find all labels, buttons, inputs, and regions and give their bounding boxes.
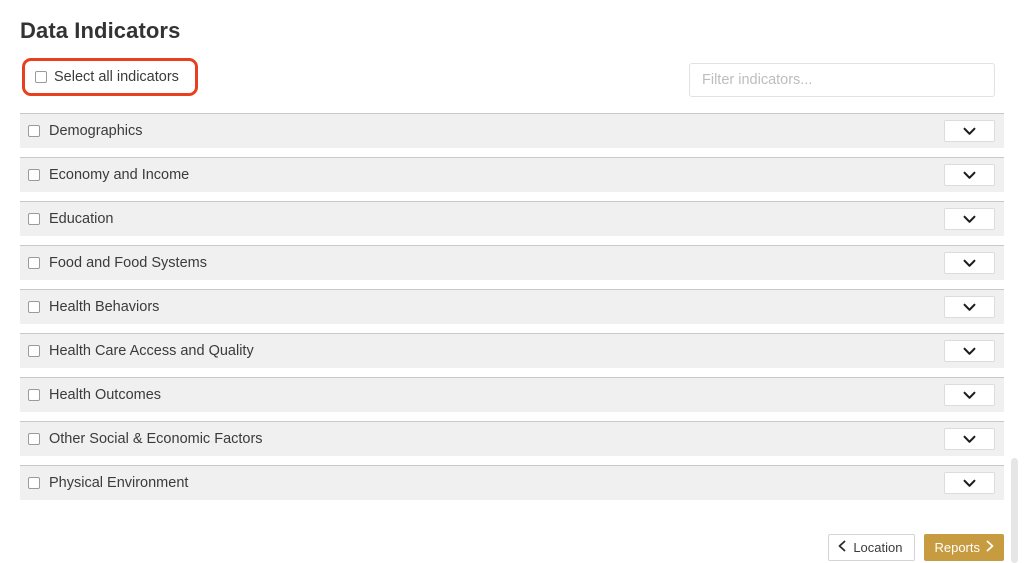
indicator-category-row[interactable]: Economy and Income [20, 157, 1004, 192]
reports-next-label: Reports [934, 540, 980, 555]
indicator-category-label: Education [49, 211, 114, 227]
indicator-category-row[interactable]: Health Behaviors [20, 289, 1004, 324]
indicator-row-left: Physical Environment [20, 475, 188, 491]
indicator-category-checkbox[interactable] [28, 125, 40, 137]
expand-category-button[interactable] [944, 384, 995, 406]
indicator-category-list: Demographics Economy and Income Education F… [20, 113, 1004, 509]
expand-category-button[interactable] [944, 472, 995, 494]
reports-next-button[interactable]: Reports [924, 534, 1004, 561]
expand-category-button[interactable] [944, 208, 995, 230]
indicator-row-left: Health Outcomes [20, 387, 161, 403]
chevron-down-icon [963, 215, 976, 224]
indicator-category-checkbox[interactable] [28, 301, 40, 313]
indicator-category-label: Physical Environment [49, 475, 189, 491]
indicator-category-checkbox[interactable] [28, 257, 40, 269]
chevron-down-icon [963, 347, 976, 356]
select-all-indicators-control[interactable]: Select all indicators [35, 61, 179, 93]
page-scrollbar-thumb[interactable] [1011, 458, 1018, 563]
expand-category-button[interactable] [944, 428, 995, 450]
filter-indicators-input[interactable] [689, 63, 995, 97]
chevron-down-icon [963, 127, 976, 136]
indicator-category-checkbox[interactable] [28, 345, 40, 357]
indicator-category-row[interactable]: Health Outcomes [20, 377, 1004, 412]
chevron-down-icon [963, 391, 976, 400]
indicator-row-left: Other Social & Economic Factors [20, 431, 263, 447]
chevron-down-icon [963, 479, 976, 488]
indicator-category-row[interactable]: Other Social & Economic Factors [20, 421, 1004, 456]
chevron-down-icon [963, 259, 976, 268]
indicator-category-label: Health Behaviors [49, 299, 160, 315]
chevron-down-icon [963, 303, 976, 312]
select-all-highlight-box: Select all indicators [22, 58, 198, 96]
indicator-category-row[interactable]: Food and Food Systems [20, 245, 1004, 280]
indicator-row-left: Health Behaviors [20, 299, 159, 315]
expand-category-button[interactable] [944, 296, 995, 318]
location-back-button[interactable]: Location [828, 534, 916, 561]
select-all-checkbox[interactable] [35, 71, 47, 83]
indicator-category-label: Health Care Access and Quality [49, 343, 254, 359]
indicator-category-checkbox[interactable] [28, 169, 40, 181]
indicator-row-left: Demographics [20, 123, 143, 139]
select-all-label: Select all indicators [54, 69, 179, 85]
expand-category-button[interactable] [944, 120, 995, 142]
indicator-category-label: Food and Food Systems [49, 255, 207, 271]
expand-category-button[interactable] [944, 164, 995, 186]
expand-category-button[interactable] [944, 252, 995, 274]
chevron-down-icon [963, 171, 976, 180]
indicator-row-left: Food and Food Systems [20, 255, 207, 271]
indicator-category-checkbox[interactable] [28, 389, 40, 401]
indicator-category-row[interactable]: Physical Environment [20, 465, 1004, 500]
indicator-category-label: Health Outcomes [49, 387, 162, 403]
page-scrollbar-track[interactable] [1011, 0, 1021, 563]
indicator-category-checkbox[interactable] [28, 433, 40, 445]
footer-actions: Location Reports [828, 534, 1004, 561]
chevron-down-icon [963, 435, 976, 444]
indicator-category-row[interactable]: Education [20, 201, 1004, 236]
expand-category-button[interactable] [944, 340, 995, 362]
indicator-row-left: Economy and Income [20, 167, 189, 183]
chevron-left-icon [838, 540, 846, 555]
indicator-category-row[interactable]: Health Care Access and Quality [20, 333, 1004, 368]
page-title: Data Indicators [20, 18, 181, 43]
indicator-category-checkbox[interactable] [28, 477, 40, 489]
chevron-right-icon [986, 540, 994, 555]
indicator-row-left: Education [20, 211, 114, 227]
indicator-category-label: Economy and Income [49, 167, 190, 183]
indicator-category-row[interactable]: Demographics [20, 113, 1004, 148]
location-back-label: Location [853, 540, 903, 555]
data-indicators-page: Data Indicators Select all indicators De… [0, 0, 1024, 563]
indicator-row-left: Health Care Access and Quality [20, 343, 254, 359]
indicator-category-label: Demographics [49, 123, 143, 139]
indicator-category-label: Other Social & Economic Factors [49, 431, 263, 447]
indicator-category-checkbox[interactable] [28, 213, 40, 225]
